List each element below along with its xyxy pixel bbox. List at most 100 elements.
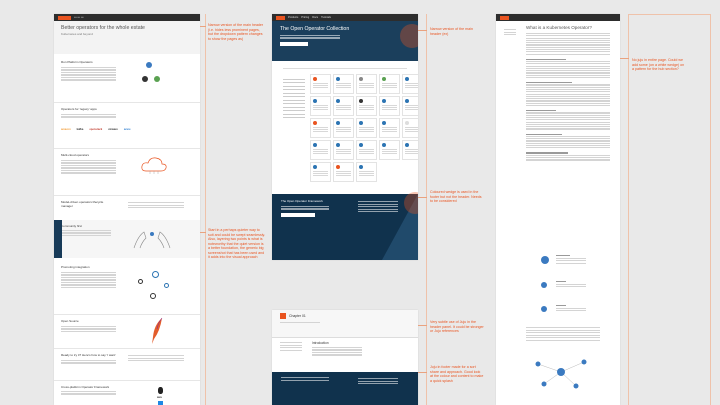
operator-card[interactable]: [356, 74, 377, 94]
annotation-note: Coloured wedge is used in the footer but…: [430, 190, 482, 203]
section-community: Community first: [54, 220, 200, 258]
operator-card[interactable]: [310, 96, 331, 116]
annotation-note: Narrow version of the main header (i.e. …: [208, 23, 264, 41]
highlight-circle: [400, 24, 418, 48]
section-title: Run Platform Operators: [61, 60, 93, 64]
operator-card[interactable]: [356, 162, 377, 182]
operator-card[interactable]: [402, 140, 418, 160]
operator-card[interactable]: [310, 162, 331, 182]
nav-item-docs[interactable]: Docs: [312, 16, 318, 19]
section-platform-operators: Run Platform Operators: [54, 56, 200, 101]
section-cross-platform: Cross-platform Operator Framework aws: [54, 380, 200, 405]
search-input[interactable]: [280, 41, 308, 46]
kafka-logo: kafka: [76, 127, 84, 131]
operator-card[interactable]: [310, 140, 331, 160]
section-integration: Promoting integration: [54, 261, 200, 313]
cloud-icon: [141, 157, 167, 174]
section-ready: Ready to try it? Here's how to say 'I wa…: [54, 348, 200, 378]
annotation-note: No juju in entire page. Could we add som…: [632, 58, 685, 71]
operator-card[interactable]: [310, 118, 331, 138]
brand-logo: [58, 15, 71, 20]
article-page-mockup: What is a Kubernetes Operator?: [496, 14, 620, 405]
brand-logo: [500, 15, 509, 20]
operator-card[interactable]: [379, 140, 400, 160]
operator-card[interactable]: [379, 74, 400, 94]
hero-band: The Open Operator Collection: [272, 21, 418, 61]
operator-card[interactable]: [356, 140, 377, 160]
operator-card[interactable]: [333, 74, 354, 94]
brand-logo: [276, 15, 285, 20]
operator-card[interactable]: [379, 96, 400, 116]
linux-penguin-icon: [158, 387, 163, 394]
section-title: Operators for ‘legacy’ apps: [61, 107, 97, 111]
diagram-node-icon: [541, 256, 549, 264]
section-title: Introduction: [312, 341, 329, 345]
nav-item-pricing[interactable]: Pricing: [301, 16, 309, 19]
vmware-logo: vmware: [108, 127, 118, 131]
operator-card[interactable]: [402, 118, 418, 138]
green-circle-icon: [154, 76, 160, 82]
section-title: Model-driven operators lifecycle manager: [61, 200, 104, 208]
operator-card[interactable]: [402, 74, 418, 94]
annotation-note: Juju in footer made for a sort share and…: [430, 365, 484, 383]
feather-icon: [152, 317, 163, 344]
integration-node-icon: [152, 271, 159, 278]
brand-logo: [280, 313, 286, 319]
operator-card[interactable]: [379, 118, 400, 138]
design-board: ▪▪▪ ▪▪▪ ▪▪▪ Better operators for the who…: [0, 0, 720, 405]
hero-title: Better operators for the whole estate: [61, 25, 145, 31]
annotation-note: Very subtle use of Juju in the header pa…: [430, 320, 484, 333]
left-page-mockup: ▪▪▪ ▪▪▪ ▪▪▪ Better operators for the who…: [54, 14, 200, 405]
hands-illustration: [133, 231, 171, 249]
article-title: What is a Kubernetes Operator?: [526, 25, 592, 30]
section-title: Open Source: [61, 319, 79, 323]
amazon-logo: amazon: [61, 127, 71, 131]
operator-card[interactable]: [356, 118, 377, 138]
section-title: Multi-cloud operators: [61, 153, 90, 157]
main-header: ▪▪▪ ▪▪▪ ▪▪▪: [54, 14, 200, 21]
footer: The Open Operator Framework: [272, 194, 418, 260]
main-header: [496, 14, 620, 21]
operator-card[interactable]: [333, 140, 354, 160]
azure-logo: azure: [123, 127, 131, 131]
filter-bar: [283, 64, 407, 69]
blue-circle-icon: [146, 62, 152, 68]
integration-node-icon: [150, 293, 156, 299]
operator-card[interactable]: [356, 96, 377, 116]
diagram-node-icon: [541, 306, 547, 312]
windows-icon: [158, 401, 163, 405]
section-title: Promoting integration: [61, 265, 90, 269]
openstack-logo: openstack: [89, 127, 103, 131]
operator-card[interactable]: [333, 96, 354, 116]
nav-item-tutorials[interactable]: Tutorials: [321, 16, 331, 19]
operator-card[interactable]: [333, 162, 354, 182]
integration-node-icon: [138, 279, 143, 284]
section-multicloud: Multi-cloud operators: [54, 148, 200, 194]
main-header: Products Pricing Docs Tutorials: [272, 14, 418, 21]
diagram-node-icon: [541, 282, 547, 288]
network-diagram: [535, 359, 587, 389]
operator-card[interactable]: [310, 74, 331, 94]
operator-card[interactable]: [402, 96, 418, 116]
annotation-note: Start in a perhaps quieter way to suit a…: [208, 228, 266, 259]
nav-item-products[interactable]: Products: [288, 16, 298, 19]
footer-input[interactable]: [281, 212, 315, 217]
hero-section: Better operators for the whole estate Ku…: [54, 21, 200, 54]
chapter-footer: [272, 372, 418, 405]
partner-logos: amazon kafka openstack vmware azure: [61, 128, 193, 131]
section-lifecycle: Model-driven operators lifecycle manager: [54, 195, 200, 219]
filter-sidebar: [283, 76, 305, 121]
dark-circle-icon: [142, 76, 148, 82]
section-legacy-operators: Operators for ‘legacy’ apps amazon kafka…: [54, 102, 200, 147]
operator-card[interactable]: [333, 118, 354, 138]
section-title: Ready to try it? Here's how to say 'I wa…: [61, 353, 116, 357]
section-open-source: Open Source: [54, 314, 200, 346]
middle-page-mockup: Products Pricing Docs Tutorials The Open…: [272, 14, 418, 260]
hero-subtitle: Kubernetes and beyond: [61, 32, 93, 36]
chapter-title: Chapter 01: [289, 314, 306, 318]
annotation-note: Narrow version of the main header (ex): [430, 27, 473, 36]
integration-node-icon: [164, 283, 169, 288]
collection-title: The Open Operator Collection: [280, 26, 350, 32]
chapter-page-mockup: Chapter 01 Introduction: [272, 310, 418, 405]
operator-card-grid: [310, 74, 418, 182]
